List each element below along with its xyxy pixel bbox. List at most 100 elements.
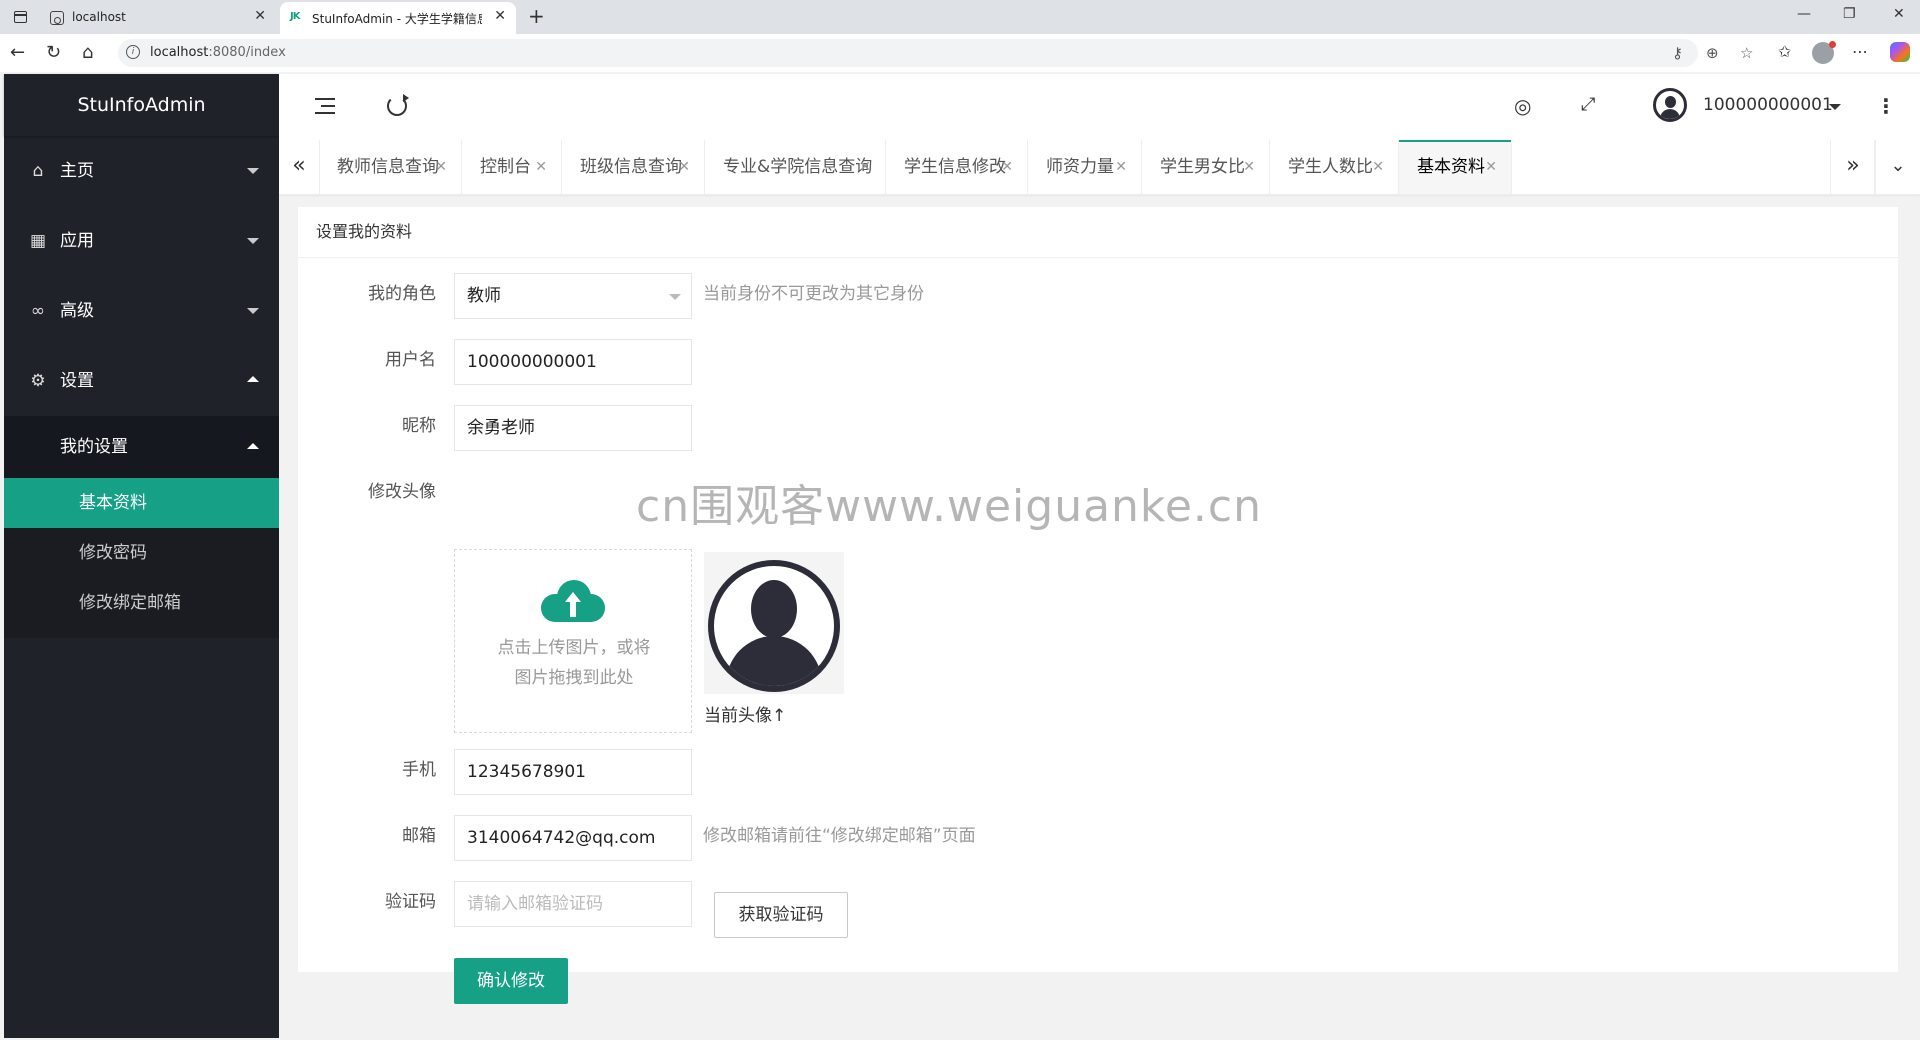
tab-label: 学生男女比: [1160, 157, 1245, 177]
tab-class-query[interactable]: 班级信息查询 ✕: [562, 140, 705, 194]
verification-code-input[interactable]: 请输入邮箱验证码: [454, 881, 692, 927]
avatar[interactable]: [1653, 88, 1687, 122]
close-icon[interactable]: ✕: [435, 140, 447, 194]
close-icon[interactable]: ✕: [859, 140, 871, 194]
close-icon[interactable]: ✕: [1115, 140, 1127, 194]
get-code-button[interactable]: 获取验证码: [714, 892, 848, 938]
sidebar-subitem-change-password[interactable]: 修改密码: [4, 528, 279, 578]
tab-actions-icon[interactable]: [8, 6, 32, 28]
tab-student-count[interactable]: 学生人数比 ✕: [1270, 140, 1399, 194]
username-field[interactable]: 100000000001: [454, 339, 692, 385]
close-tab-icon[interactable]: ✕: [494, 8, 506, 24]
top-header: ◎ ⤢ 100000000001 ⋮: [279, 74, 1920, 141]
menu-fold-icon[interactable]: [315, 98, 335, 114]
tab-console[interactable]: 控制台 ✕: [462, 140, 562, 194]
email-row: 邮箱 3140064742@qq.com 修改邮箱请前往“修改绑定邮箱”页面: [298, 815, 1298, 869]
tab-basic-info[interactable]: 基本资料 ✕: [1399, 140, 1512, 194]
chevron-down-icon[interactable]: [1829, 104, 1841, 110]
profile-avatar-icon[interactable]: [1812, 41, 1836, 64]
tab-label: 班级信息查询: [580, 157, 682, 177]
role-label: 我的角色: [368, 284, 436, 304]
url-text: localhost:8080/index: [150, 45, 286, 60]
role-row: 我的角色 教师 当前身份不可更改为其它身份: [298, 273, 1298, 327]
tab-gender-ratio[interactable]: 学生男女比 ✕: [1142, 140, 1270, 194]
code-label: 验证码: [385, 892, 436, 912]
submenu-my-settings[interactable]: 我的设置: [4, 416, 279, 478]
role-select[interactable]: 教师: [454, 273, 692, 319]
tabs-dropdown-icon[interactable]: ⌄: [1874, 140, 1920, 194]
nickname-field[interactable]: 余勇老师: [454, 405, 692, 451]
gear-icon: ⚙: [30, 371, 46, 391]
reload-icon[interactable]: ↻: [46, 42, 61, 63]
minimize-icon[interactable]: —: [1797, 6, 1811, 22]
caret-up-icon: [247, 376, 259, 382]
phone-field[interactable]: 12345678901: [454, 749, 692, 795]
email-hint: 修改邮箱请前往“修改绑定邮箱”页面: [703, 826, 976, 846]
fullscreen-icon[interactable]: ⤢: [1581, 94, 1595, 115]
cloud-upload-icon: [541, 578, 605, 622]
more-vertical-icon[interactable]: ⋮: [1876, 94, 1896, 118]
restore-icon[interactable]: ❐: [1843, 6, 1856, 22]
username-row: 用户名 100000000001: [298, 339, 1298, 393]
favorites-icon[interactable]: ✩: [1778, 42, 1791, 61]
email-label: 邮箱: [402, 826, 436, 846]
copilot-icon[interactable]: [1890, 42, 1910, 62]
watermark-text: cn围观客www.weiguanke.cn: [636, 481, 1262, 532]
sidebar-item-label: 设置: [60, 371, 94, 391]
new-tab-icon[interactable]: +: [528, 4, 545, 28]
close-icon[interactable]: ✕: [678, 140, 690, 194]
email-field[interactable]: 3140064742@qq.com: [454, 815, 692, 861]
phone-row: 手机 12345678901: [298, 749, 1298, 803]
upload-text-line-1: 点击上传图片，或将: [497, 638, 651, 658]
app-logo[interactable]: StuInfoAdmin: [4, 74, 279, 136]
submit-button[interactable]: 确认修改: [454, 958, 568, 1004]
refresh-icon[interactable]: [387, 94, 409, 116]
caret-down-icon: [247, 308, 259, 314]
sidebar-item-settings[interactable]: ⚙ 设置: [4, 346, 279, 416]
tabs-scroll-left-icon[interactable]: «: [279, 140, 320, 194]
tab-teacher-query[interactable]: 教师信息查询 ✕: [319, 140, 462, 194]
header-username[interactable]: 100000000001: [1703, 95, 1833, 115]
more-menu-icon[interactable]: ⋯: [1852, 42, 1868, 61]
sidebar-item-apps[interactable]: ▦ 应用: [4, 206, 279, 276]
tab-student-edit[interactable]: 学生信息修改 ✕: [886, 140, 1028, 194]
home-icon[interactable]: ⌂: [82, 42, 93, 63]
key-icon[interactable]: ⚷: [1672, 44, 1683, 62]
browser-tab-localhost[interactable]: localhost ✕: [40, 2, 276, 34]
tab-major-college-query[interactable]: 专业&学院信息查询 ✕: [705, 140, 886, 194]
tab-label: 教师信息查询: [337, 157, 439, 177]
caret-up-icon: [247, 443, 259, 449]
close-icon[interactable]: ✕: [1001, 140, 1013, 194]
favorite-star-icon[interactable]: ☆: [1740, 44, 1753, 62]
sidebar-item-home[interactable]: ⌂ 主页: [4, 136, 279, 206]
site-info-icon[interactable]: i: [126, 45, 140, 59]
close-icon[interactable]: ✕: [1243, 140, 1255, 194]
close-icon[interactable]: ✕: [535, 140, 547, 194]
back-icon[interactable]: ←: [10, 42, 25, 63]
role-hint: 当前身份不可更改为其它身份: [703, 284, 924, 304]
page-tabs-bar: « 教师信息查询 ✕ 控制台 ✕ 班级信息查询 ✕ 专业&学院信息查询 ✕ 学生信息修改…: [279, 140, 1920, 195]
zoom-icon[interactable]: ⊕: [1706, 44, 1719, 62]
close-icon[interactable]: ✕: [1485, 140, 1497, 194]
theme-palette-icon[interactable]: ◎: [1514, 94, 1531, 118]
sidebar-item-label: 主页: [60, 161, 94, 181]
close-icon[interactable]: ✕: [1372, 140, 1384, 194]
close-window-icon[interactable]: ✕: [1893, 6, 1905, 22]
sidebar-subitem-change-email[interactable]: 修改绑定邮箱: [4, 578, 279, 628]
nickname-label: 昵称: [402, 416, 436, 436]
sidebar-item-advanced[interactable]: ∞ 高级: [4, 276, 279, 346]
sidebar-subitem-basic-info[interactable]: 基本资料: [4, 478, 279, 528]
tab-faculty[interactable]: 师资力量 ✕: [1028, 140, 1142, 194]
card-title: 设置我的资料: [298, 207, 1898, 258]
url-field[interactable]: i localhost:8080/index ⚷ ⊕ ☆: [118, 39, 1753, 67]
browser-tab-stuinfoadmin[interactable]: JK StuInfoAdmin - 大学生学籍信息管 ✕: [280, 2, 516, 34]
settings-submenu: 我的设置 基本资料 修改密码 修改绑定邮箱: [4, 416, 279, 638]
browser-address-bar: ← ↻ ⌂ i localhost:8080/index ⚷ ⊕ ☆ ✩ ⋯: [0, 34, 1920, 72]
tabs-scroll-right-icon[interactable]: »: [1830, 140, 1876, 194]
tab-label: 基本资料: [1417, 157, 1485, 177]
upload-instructions: 点击上传图片，或将 图片拖拽到此处: [455, 633, 693, 693]
browser-tab-bar: localhost ✕ JK StuInfoAdmin - 大学生学籍信息管 ✕…: [0, 0, 1920, 34]
browser-tab-title: localhost: [72, 10, 126, 24]
avatar-upload-dropzone[interactable]: 点击上传图片，或将 图片拖拽到此处: [454, 549, 692, 733]
close-tab-icon[interactable]: ✕: [254, 8, 266, 24]
